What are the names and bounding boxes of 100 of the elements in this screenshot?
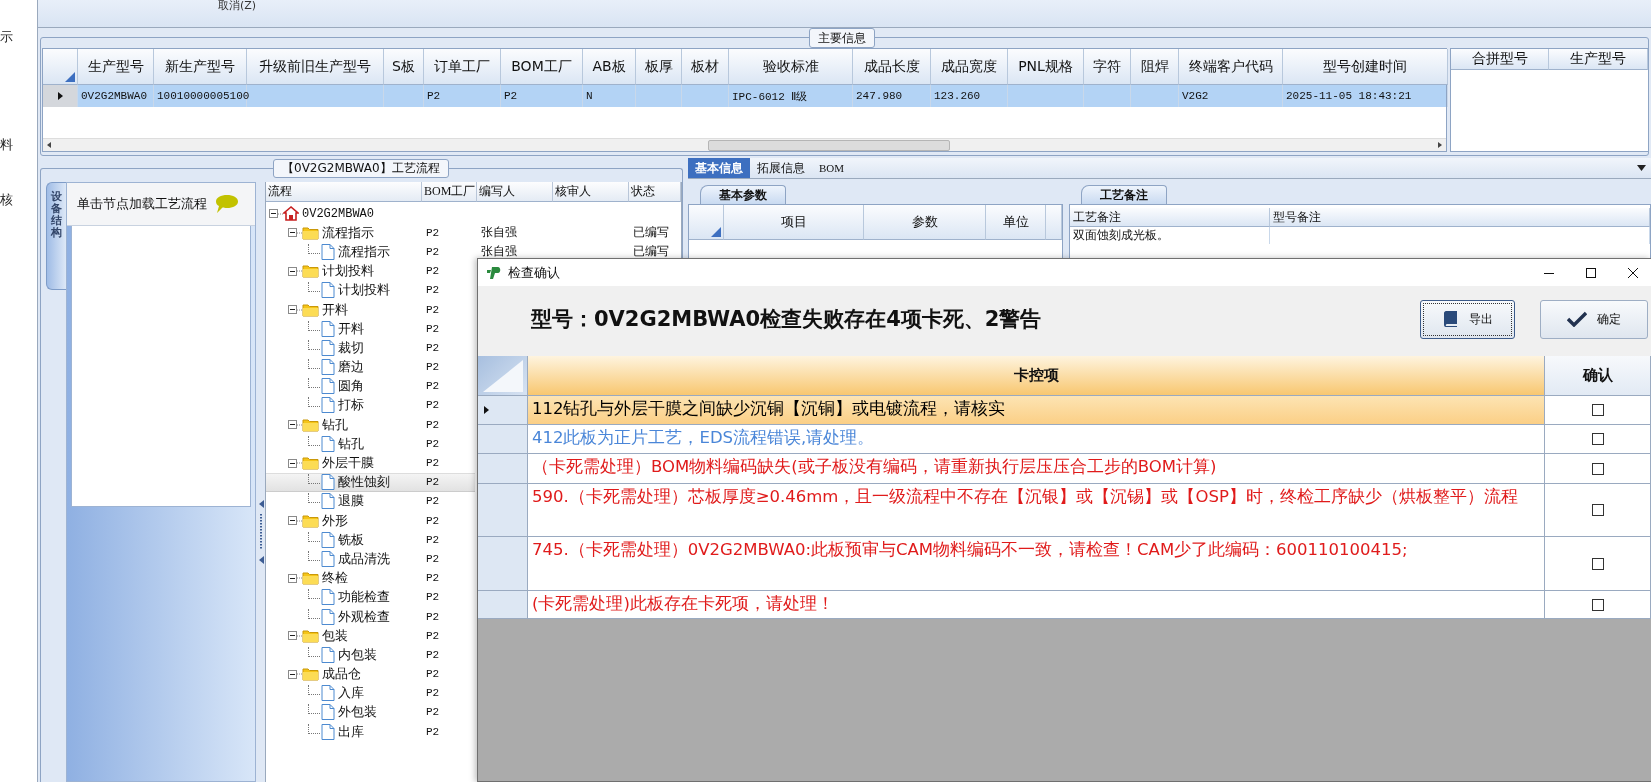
collapse-icon[interactable] [288,631,297,641]
tree-node-label[interactable]: 酸性蚀刻 [338,474,390,491]
checkbox[interactable] [1591,462,1604,475]
tree-node-label[interactable]: 流程指示 [338,243,390,260]
tree-node-label[interactable]: 圆角 [338,378,364,395]
toolbar-button[interactable]: 取消(Z) [218,0,257,11]
column-header[interactable]: 生产型号 [78,49,154,85]
tab[interactable]: BOM [812,158,852,178]
column-header[interactable]: 项目 [724,205,864,240]
collapse-icon[interactable] [269,209,278,219]
column-header[interactable]: 字符 [1084,49,1131,85]
column-header[interactable]: 核审人 [553,182,629,202]
check-row[interactable]: （卡死需处理）BOM物料编码缺失(或子板没有编码，请重新执行层压压合工步的BOM计算) [478,454,1651,484]
confirm-button[interactable]: 确定 [1540,299,1648,339]
tree-node-label[interactable]: 计划投料 [338,282,390,299]
checkbox[interactable] [1591,404,1604,416]
tree-node-label[interactable]: 退膜 [338,493,364,510]
column-header[interactable]: 板材 [682,49,729,85]
tree-node-label[interactable]: 钻孔 [338,435,364,452]
column-header[interactable]: 状态 [629,182,681,202]
collapse-icon[interactable] [288,420,297,430]
checkbox[interactable] [1591,433,1604,445]
collapse-icon[interactable] [288,516,297,526]
check-row[interactable]: 590.（卡死需处理）芯板厚度≥0.46mm，且一级流程中不存在【沉银】或【沉锡】或【OSP】时，终检工序缺少（烘板整平）流程 [478,484,1651,537]
maximize-icon[interactable] [1585,266,1597,279]
tree-node-label[interactable]: 功能检查 [338,589,390,606]
tree-node-label[interactable]: 成品仓 [322,666,361,683]
column-header[interactable]: 验收标准 [729,49,853,85]
collapse-icon[interactable] [288,305,297,315]
column-header[interactable]: 流程 [266,182,422,202]
tree-node-label[interactable]: 铣板 [338,531,364,548]
tree-node-label[interactable]: 钻孔 [322,416,348,433]
column-header[interactable]: 确认 [1545,356,1651,395]
table-cell-text: P2 [425,495,441,508]
tree-node-label[interactable]: 外观检查 [338,608,390,625]
column-header[interactable]: S板 [384,49,424,85]
column-header[interactable]: 成品长度 [853,49,931,85]
collapse-icon[interactable] [288,573,297,583]
tree-node-label[interactable]: 入库 [338,685,364,702]
checkbox[interactable] [1591,504,1604,516]
nav-item[interactable]: 料 [0,136,37,154]
tree-node-label[interactable]: 成品清洗 [338,550,390,567]
check-row[interactable]: 745.（卡死需处理）0V2G2MBWA0:此板预审与CAM物料编码不一致，请检查！CAM少了此编码：600110100415; [478,537,1651,591]
column-header[interactable]: 订单工厂 [424,49,501,85]
tree-node-label[interactable]: 打标 [338,397,364,414]
tree-node-label[interactable]: 流程指示 [322,224,374,241]
tree-node-label[interactable]: 内包装 [338,646,377,663]
column-header[interactable]: AB板 [583,49,636,85]
tree-node-label[interactable]: 开料 [338,320,364,337]
column-header[interactable]: 升级前旧生产型号 [247,49,384,85]
check-row[interactable]: (卡死需处理)此板存在卡死项，请处理！ [478,591,1651,619]
tree-node-label[interactable]: 开料 [322,301,348,318]
column-header[interactable]: 板厚 [636,49,682,85]
column-header[interactable]: 单位 [986,205,1046,240]
close-icon[interactable] [1627,266,1639,279]
tree-node-label[interactable]: 计划投料 [322,263,374,280]
column-header[interactable]: 阻焊 [1131,49,1179,85]
table-row[interactable]: 0V2G2MBWA0 10010000005100 P2 P2 N IPC-6012 Ⅱ级 247.980 123.260 V2G2 2025-11-05 18:43:21 [43,85,1446,107]
tab[interactable]: 拓展信息 [750,158,812,178]
column-header[interactable]: 型号创建时间 [1283,49,1448,85]
horizontal-scrollbar[interactable] [43,138,1446,151]
export-button[interactable]: 导出 [1420,299,1515,339]
column-header[interactable]: 编写人 [477,182,553,202]
tree-node-label[interactable]: 出库 [338,723,364,740]
column-header[interactable]: 终端客户代码 [1179,49,1283,85]
column-header[interactable]: 合拼型号 [1451,49,1549,70]
collapse-icon[interactable] [288,669,297,679]
tree-node-label[interactable]: 外层干膜 [322,455,374,472]
column-header[interactable]: 工艺备注 [1070,208,1270,227]
tree-row[interactable]: 酸性蚀刻 P2 [266,472,475,492]
check-row[interactable]: 412此板为正片工艺，EDS流程错误,请处理。 [478,425,1651,454]
tree-node-label[interactable]: 终检 [322,570,348,587]
column-header[interactable]: 新生产型号 [154,49,247,85]
collapse-icon[interactable] [288,266,297,276]
tab[interactable]: 基本信息 [688,158,750,178]
collapse-icon[interactable] [288,228,297,238]
column-header[interactable]: 参数 [864,205,986,240]
checkbox[interactable] [1591,557,1604,570]
splitter-handle[interactable] [257,500,264,564]
tree-node-label[interactable]: 外形 [322,512,348,529]
column-header[interactable]: 卡控项 [528,356,1545,395]
nav-item[interactable]: 核 [0,191,37,209]
column-header[interactable]: BOM工厂 [501,49,583,85]
column-header[interactable]: 生产型号 [1549,49,1648,70]
column-header[interactable]: PNL规格 [1008,49,1084,85]
checkbox[interactable] [1591,598,1604,611]
column-header[interactable]: 成品宽度 [931,49,1008,85]
panel-tab[interactable]: 工艺备注 [1081,185,1167,204]
tree-node-label[interactable]: 裁切 [338,339,364,356]
tree-node-label[interactable]: 0V2G2MBWA0 [302,206,374,221]
column-header[interactable]: BOM工厂 [422,182,477,202]
dropdown-icon[interactable] [1637,165,1646,171]
tree-node-label[interactable]: 外包装 [338,704,377,721]
panel-tab[interactable]: 基本参数 [700,185,786,204]
collapse-icon[interactable] [288,458,297,468]
tree-node-label[interactable]: 磨边 [338,359,364,376]
tree-node-label[interactable]: 包装 [322,627,348,644]
nav-item[interactable]: 示 [0,28,37,46]
column-header[interactable]: 型号备注 [1270,208,1650,227]
side-tab[interactable]: 设备结构 [46,182,66,290]
